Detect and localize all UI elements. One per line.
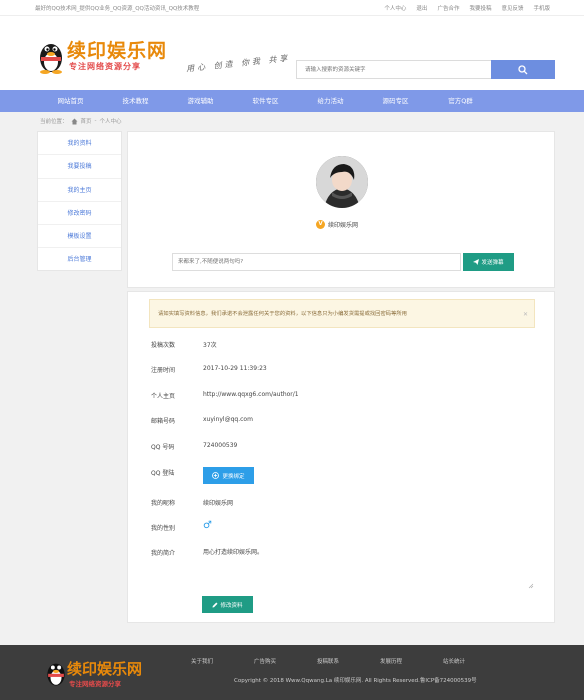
verified-badge-icon: V: [316, 220, 325, 229]
avatar-image: [316, 156, 368, 208]
nav-home[interactable]: 网站首页: [38, 90, 103, 112]
sidebar-item-profile[interactable]: 我的资料: [38, 132, 121, 156]
resize-handle-icon[interactable]: [528, 583, 534, 589]
footer-link-contact[interactable]: 投稿联系: [317, 657, 380, 665]
logo-title: 续印娱乐网: [67, 40, 168, 62]
sidebar-item-homepage[interactable]: 我的主页: [38, 179, 121, 202]
search-button[interactable]: [491, 60, 555, 79]
top-link-user-center[interactable]: 个人中心: [384, 4, 406, 12]
footer-logo-subtitle: 专注网络资源分享: [69, 680, 121, 688]
main-nav: 网站首页 技术教程 游戏辅助 软件专区 给力活动 源码专区 官方Q群: [0, 90, 584, 112]
breadcrumb-home[interactable]: 首页: [81, 117, 92, 125]
footer: 续印娱乐网 专注网络资源分享 关于我们 广告购买 投稿联系 发展历程 站长统计 …: [0, 645, 584, 700]
footer-logo[interactable]: 续印娱乐网 专注网络资源分享: [45, 656, 165, 692]
danmaku-input[interactable]: [172, 253, 461, 271]
nav-qq-group[interactable]: 官方Q群: [428, 90, 493, 112]
sidebar: 我的资料 我要投稿 我的主页 修改密码 模板设置 后台管理: [37, 131, 122, 271]
home-icon: [71, 118, 78, 124]
detail-value: 2017-10-29 11:39:23: [203, 365, 267, 372]
site-tagline: 最好的QQ技术网_提供QQ业务_QQ资源_QQ活动资讯_QQ技术教程: [35, 5, 200, 12]
search-icon: [518, 64, 528, 74]
top-link-ads[interactable]: 广告合作: [437, 4, 459, 12]
top-link-feedback[interactable]: 意见反馈: [501, 4, 523, 12]
search-bar: [296, 60, 555, 79]
detail-value: 37次: [203, 342, 217, 349]
nav-software[interactable]: 软件专区: [233, 90, 298, 112]
detail-label: 注册时间: [151, 367, 176, 374]
footer-link-stats[interactable]: 站长统计: [443, 657, 506, 665]
bio-textarea[interactable]: 用心打造续印娱乐网。: [203, 547, 534, 589]
site-logo[interactable]: 续印娱乐网 专注网络资源分享: [37, 36, 177, 78]
nickname-value[interactable]: 续印娱乐网: [203, 498, 233, 507]
send-danmaku-label: 发送弹幕: [481, 260, 504, 266]
sidebar-item-submit[interactable]: 我要投稿: [38, 155, 121, 179]
sidebar-item-admin[interactable]: 后台管理: [38, 248, 121, 271]
detail-label: QQ 号码: [151, 444, 175, 451]
footer-link-about[interactable]: 关于我们: [191, 657, 254, 665]
top-link-logout[interactable]: 退出: [416, 4, 427, 12]
detail-label: 我的昵称: [151, 500, 176, 507]
copyright: Copyright © 2018 Www.Qqwang.La 续印娱乐网. Al…: [234, 678, 477, 684]
detail-label: 个人主页: [151, 393, 176, 400]
change-binding-label: 更换绑定: [222, 473, 245, 480]
detail-value: 724000539: [203, 442, 238, 449]
privacy-notice-text: 请如实填写资料信息，我们承诺不会泄露任何关于您的资料，以下信息只为小编发货需提或…: [158, 311, 407, 317]
search-input[interactable]: [296, 60, 491, 79]
slogan: 用心 创造 你我 共享: [185, 53, 291, 74]
send-icon: [473, 259, 480, 265]
add-circle-icon: [212, 472, 220, 479]
top-bar: 最好的QQ技术网_提供QQ业务_QQ资源_QQ活动资讯_QQ技术教程 个人中心 …: [0, 0, 584, 16]
username-text: 续印娱乐网: [328, 222, 359, 229]
top-links: 个人中心 退出 广告合作 我要投稿 意见反馈 手机版: [384, 4, 550, 12]
detail-label: 我的简介: [151, 550, 176, 557]
detail-label: 投稿次数: [151, 342, 176, 349]
detail-label: 我的性别: [151, 525, 176, 532]
homepage-link[interactable]: http://www.qqxg6.com/author/1: [203, 391, 299, 398]
logo-subtitle: 专注网络资源分享: [69, 62, 141, 71]
profile-details-card: 请如实填写资料信息，我们承诺不会泄露任何关于您的资料，以下信息只为小编发货需提或…: [127, 291, 555, 623]
breadcrumb-prefix: 当前位置：: [40, 119, 68, 125]
breadcrumb-current: 个人中心: [99, 119, 122, 125]
sidebar-item-password[interactable]: 修改密码: [38, 202, 121, 226]
change-binding-button[interactable]: 更换绑定: [203, 467, 254, 484]
nav-tutorials[interactable]: 技术教程: [103, 90, 168, 112]
username: V 续印娱乐网: [316, 220, 376, 229]
close-icon[interactable]: ✕: [523, 300, 528, 329]
penguin-icon: [40, 44, 62, 74]
sidebar-item-template[interactable]: 模板设置: [38, 225, 121, 249]
privacy-notice: 请如实填写资料信息，我们承诺不会泄露任何关于您的资料，以下信息只为小编发货需提或…: [149, 299, 535, 328]
detail-label: 邮箱号码: [151, 418, 176, 425]
top-link-mobile[interactable]: 手机版: [533, 4, 550, 12]
send-danmaku-button[interactable]: 发送弹幕: [463, 253, 514, 271]
footer-link-history[interactable]: 发展历程: [380, 657, 443, 665]
header: 续印娱乐网 专注网络资源分享 用心 创造 你我 共享: [0, 16, 584, 90]
footer-link-ads[interactable]: 广告购买: [254, 657, 317, 665]
edit-icon: [212, 602, 218, 607]
nav-activities[interactable]: 给力活动: [298, 90, 363, 112]
footer-logo-title: 续印娱乐网: [67, 660, 143, 678]
profile-card: V 续印娱乐网 发送弹幕: [127, 131, 555, 288]
breadcrumb: 当前位置： 首页 - 个人中心: [40, 117, 122, 125]
save-profile-button[interactable]: 修改资料: [202, 596, 253, 613]
footer-links: 关于我们 广告购买 投稿联系 发展历程 站长统计: [191, 657, 506, 665]
top-link-submit[interactable]: 我要投稿: [469, 4, 491, 12]
detail-label: QQ 登陆: [151, 470, 175, 477]
nav-source-code[interactable]: 源码专区: [363, 90, 428, 112]
avatar[interactable]: [316, 156, 368, 208]
save-profile-label: 修改资料: [220, 602, 243, 609]
detail-value: xuyinyl@qq.com: [203, 416, 253, 423]
breadcrumb-separator: -: [94, 118, 97, 124]
penguin-icon: [47, 663, 65, 686]
bio-text: 用心打造续印娱乐网。: [203, 549, 264, 556]
nav-game-assist[interactable]: 游戏辅助: [168, 90, 233, 112]
male-icon[interactable]: ♂: [203, 520, 212, 531]
